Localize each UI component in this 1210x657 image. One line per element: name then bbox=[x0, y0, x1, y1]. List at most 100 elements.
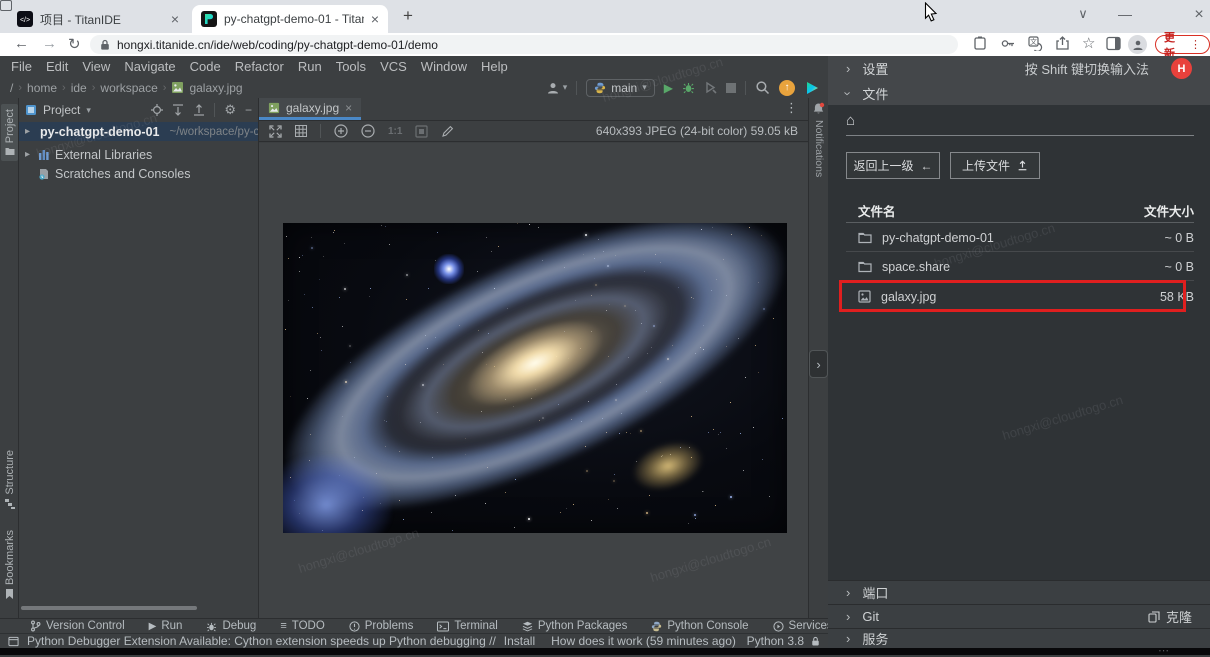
search-icon[interactable] bbox=[755, 80, 770, 95]
browser-tab-inactive[interactable]: </> 项目 - TitanIDE × bbox=[8, 5, 188, 33]
user-menu[interactable]: ▾ bbox=[546, 81, 568, 95]
share-icon[interactable] bbox=[1055, 36, 1070, 51]
expand-all-icon[interactable] bbox=[172, 104, 184, 116]
section-header-ports[interactable]: › 端口 bbox=[828, 580, 1210, 604]
menu-help[interactable]: Help bbox=[474, 59, 515, 74]
fit-zoom-icon[interactable] bbox=[415, 125, 428, 138]
section-header-files[interactable]: › 文件 bbox=[828, 81, 1210, 105]
go-up-button[interactable]: 返回上一级 ← bbox=[846, 152, 940, 179]
breadcrumb-root[interactable]: / bbox=[10, 81, 13, 95]
project-panel-title[interactable]: Project bbox=[43, 103, 80, 117]
breadcrumb-file[interactable]: galaxy.jpg bbox=[189, 81, 242, 95]
menu-edit[interactable]: Edit bbox=[39, 59, 75, 74]
tab-close-icon[interactable]: × bbox=[371, 12, 379, 26]
tasks-icon[interactable] bbox=[973, 36, 987, 51]
password-key-icon[interactable] bbox=[1000, 36, 1016, 51]
breadcrumb-home[interactable]: home bbox=[27, 81, 57, 95]
tab-search-chevron-icon[interactable]: ∨ bbox=[1068, 6, 1098, 22]
editor-options-icon[interactable]: ⋮ bbox=[785, 98, 808, 120]
bookmark-star-icon[interactable]: ☆ bbox=[1082, 34, 1095, 52]
install-link[interactable]: Install bbox=[504, 634, 535, 648]
python-interpreter[interactable]: Python 3.8 bbox=[747, 634, 804, 648]
lock-icon[interactable] bbox=[811, 636, 820, 647]
menu-code[interactable]: Code bbox=[183, 59, 228, 74]
chevron-right-icon[interactable]: ▸ bbox=[25, 149, 33, 160]
menu-navigate[interactable]: Navigate bbox=[117, 59, 182, 74]
zoom-out-icon[interactable] bbox=[361, 124, 375, 138]
menu-file[interactable]: File bbox=[4, 59, 39, 74]
browser-update-button[interactable]: 更新 ⋮ bbox=[1155, 35, 1210, 54]
tool-button-structure[interactable]: Structure bbox=[1, 450, 18, 509]
browser-reload-button[interactable]: ↻ bbox=[68, 35, 81, 53]
tool-button-run[interactable]: ▶ Run bbox=[149, 620, 183, 632]
menu-run[interactable]: Run bbox=[291, 59, 329, 74]
upload-file-button[interactable]: 上传文件 bbox=[950, 152, 1040, 179]
menu-vcs[interactable]: VCS bbox=[373, 59, 414, 74]
notifications-label[interactable]: Notifications bbox=[813, 120, 825, 177]
fit-to-window-icon[interactable] bbox=[269, 125, 282, 138]
expand-panel-button[interactable]: › bbox=[809, 350, 828, 378]
file-row-folder[interactable]: space.share ~ 0 B bbox=[846, 252, 1194, 281]
tool-button-python-console[interactable]: Python Console bbox=[651, 620, 748, 632]
how-does-it-work-link[interactable]: How does it work (59 minutes ago) bbox=[551, 634, 736, 648]
tool-button-project[interactable]: Project bbox=[1, 104, 18, 161]
tool-button-terminal[interactable]: Terminal bbox=[437, 620, 497, 632]
tool-button-problems[interactable]: Problems bbox=[349, 620, 414, 632]
browser-back-button[interactable]: ← bbox=[14, 35, 29, 52]
browser-menu-icon[interactable]: ⋮ bbox=[1190, 38, 1201, 51]
window-close-button[interactable]: × bbox=[1184, 6, 1210, 24]
notifications-bell-icon[interactable] bbox=[812, 102, 825, 115]
address-bar[interactable]: hongxi.titanide.cn/ide/web/coding/py-cha… bbox=[90, 35, 958, 54]
side-panel-icon[interactable] bbox=[1106, 36, 1121, 51]
section-header-git[interactable]: › Git 克隆 bbox=[828, 604, 1210, 628]
chevron-down-icon[interactable]: ▾ bbox=[86, 105, 91, 116]
locate-file-icon[interactable] bbox=[151, 104, 163, 116]
menu-view[interactable]: View bbox=[75, 59, 117, 74]
home-icon[interactable]: ⌂ bbox=[846, 112, 855, 129]
tool-button-version-control[interactable]: Version Control bbox=[30, 620, 125, 632]
debug-button[interactable] bbox=[682, 81, 695, 94]
grid-icon[interactable] bbox=[295, 125, 307, 137]
settings-gear-icon[interactable]: ⚙ bbox=[224, 102, 236, 118]
coverage-button[interactable] bbox=[704, 81, 717, 94]
menu-tools[interactable]: Tools bbox=[329, 59, 373, 74]
breadcrumb-workspace[interactable]: workspace bbox=[100, 81, 157, 95]
run-config-selector[interactable]: main ▾ bbox=[586, 79, 655, 97]
edit-pencil-icon[interactable] bbox=[441, 125, 454, 138]
browser-forward-button[interactable]: → bbox=[42, 35, 57, 52]
browser-profile-avatar[interactable] bbox=[1128, 35, 1147, 54]
browser-tab-active[interactable]: py-chatgpt-demo-01 - TitanID × bbox=[192, 5, 388, 33]
new-tab-button[interactable]: + bbox=[398, 6, 418, 26]
collapse-all-icon[interactable] bbox=[193, 104, 205, 116]
section-header-services[interactable]: › 服务 bbox=[828, 628, 1210, 648]
section-header-settings[interactable]: › 设置 按 Shift 键切换输入法 H bbox=[828, 56, 1210, 81]
tree-row-scratches[interactable]: Scratches and Consoles bbox=[19, 164, 258, 183]
translate-icon[interactable]: 文 bbox=[1028, 36, 1043, 51]
tree-row-external-libraries[interactable]: ▸ External Libraries bbox=[19, 145, 258, 164]
file-row-folder[interactable]: py-chatgpt-demo-01 ~ 0 B bbox=[846, 223, 1194, 252]
chevron-right-icon[interactable]: ▸ bbox=[25, 126, 30, 137]
editor-tab-galaxy[interactable]: galaxy.jpg × bbox=[259, 98, 361, 120]
menu-window[interactable]: Window bbox=[414, 59, 474, 74]
zoom-in-icon[interactable] bbox=[334, 124, 348, 138]
menu-refactor[interactable]: Refactor bbox=[228, 59, 291, 74]
update-available-badge[interactable]: ↑ bbox=[779, 80, 795, 96]
tree-row-project-root[interactable]: ▸ py-chatgpt-demo-01 ~/workspace/py-ch bbox=[19, 122, 258, 141]
tool-button-bookmarks[interactable]: Bookmarks bbox=[1, 530, 18, 599]
tool-button-debug[interactable]: Debug bbox=[206, 620, 256, 632]
tab-close-icon[interactable]: × bbox=[171, 12, 179, 26]
tool-button-todo[interactable]: ≡ TODO bbox=[280, 620, 324, 632]
user-avatar[interactable]: H bbox=[1171, 58, 1192, 79]
tool-button-services[interactable]: Services bbox=[773, 620, 833, 632]
hide-panel-icon[interactable]: − bbox=[245, 103, 252, 117]
window-minimize-button[interactable]: — bbox=[1110, 6, 1140, 22]
close-icon[interactable]: × bbox=[345, 101, 352, 115]
breadcrumb-ide[interactable]: ide bbox=[71, 81, 87, 95]
stop-button[interactable] bbox=[726, 83, 736, 93]
clone-button[interactable]: 克隆 bbox=[1148, 607, 1192, 626]
run-button[interactable]: ▶ bbox=[664, 81, 673, 95]
horizontal-scrollbar[interactable] bbox=[21, 606, 197, 610]
window-icon[interactable] bbox=[8, 636, 19, 647]
tool-button-python-packages[interactable]: Python Packages bbox=[522, 620, 628, 632]
actual-size-button[interactable]: 1:1 bbox=[388, 126, 402, 137]
